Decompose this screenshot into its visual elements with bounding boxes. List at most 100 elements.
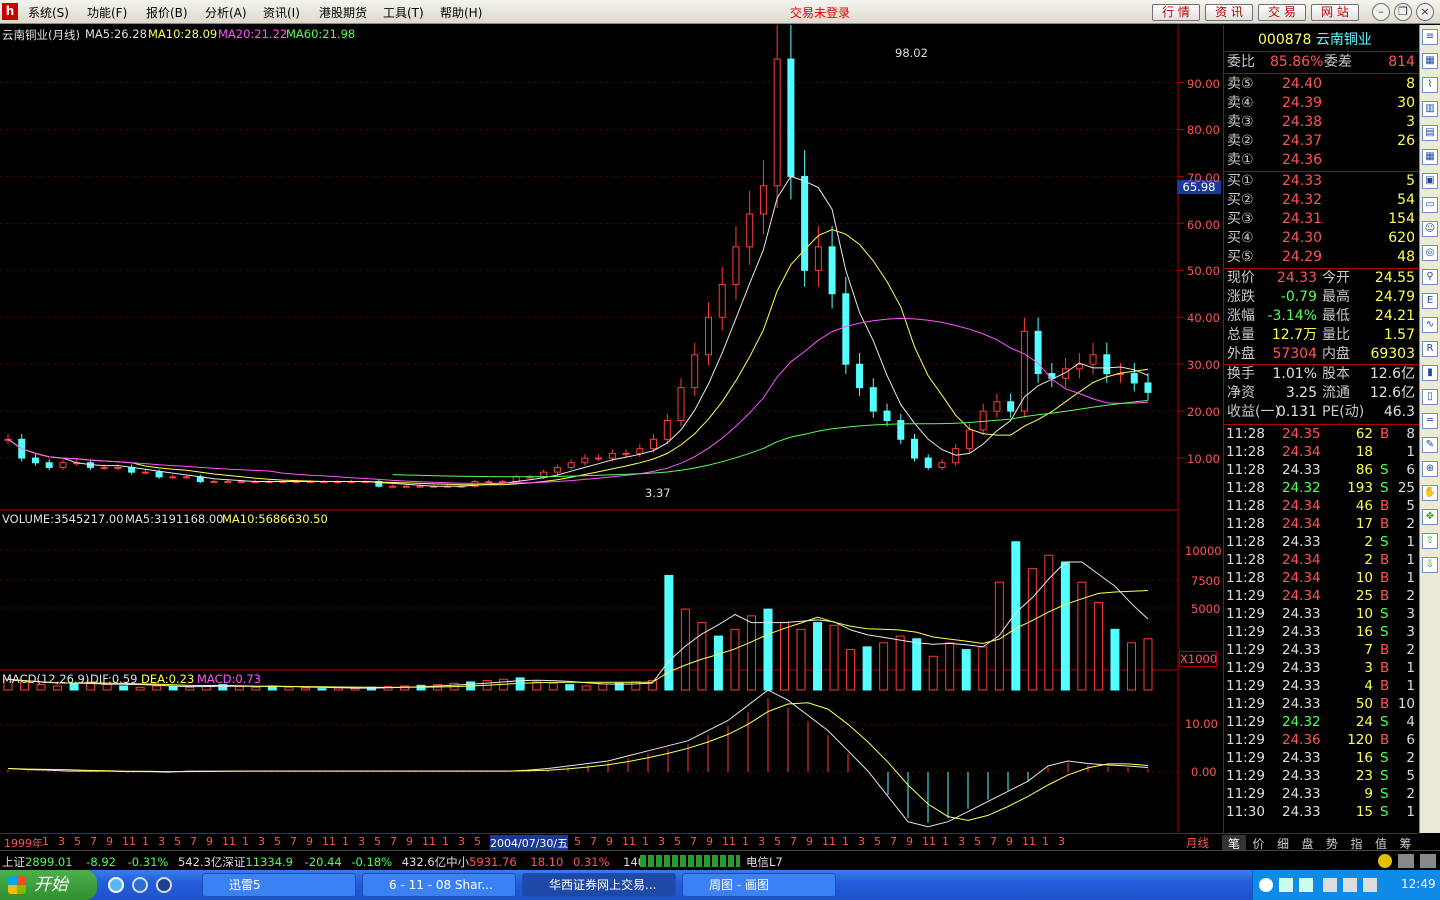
indicator-icon[interactable]: ∿ [1422,317,1438,333]
quote-button[interactable]: 行 情 [1152,4,1200,21]
tick-row[interactable]: 11:29 24.33 9 S 2 [1224,785,1419,803]
bid-row[interactable]: 买⑤ 24.29 48 [1224,248,1419,267]
ask-row[interactable]: 卖③ 24.38 3 [1224,113,1419,132]
volume-tray-icon[interactable] [1343,878,1357,892]
menu-help[interactable]: 帮助(H) [440,4,482,21]
tick-row[interactable]: 11:28 24.35 62 B 8 [1224,425,1419,443]
news-icon[interactable]: ▣ [1422,173,1438,189]
kline-icon[interactable]: ▥ [1422,101,1438,117]
bars-icon[interactable]: ▮ [1422,365,1438,381]
ask-row[interactable]: 卖⑤ 24.40 8 [1224,75,1419,94]
list-icon[interactable]: ≡ [1422,29,1438,45]
restore-icon[interactable]: ❐ [1394,3,1412,21]
status-icon[interactable] [1378,854,1392,868]
tick-row[interactable]: 11:28 24.33 2 S 1 [1224,533,1419,551]
dea-line [7,702,1149,821]
time-axis-label: 9 [106,835,113,848]
ask-row[interactable]: 卖① 24.36 [1224,151,1419,170]
settings-icon[interactable] [1420,854,1436,868]
ask-row[interactable]: 卖② 24.37 26 [1224,132,1419,151]
tick-row[interactable]: 11:29 24.33 4 B 1 [1224,677,1419,695]
ask-price: 24.37 [1282,133,1323,149]
tick-row[interactable]: 11:29 24.33 16 S 3 [1224,623,1419,641]
arrow-up-icon[interactable]: ⇧ [1422,533,1438,549]
start-button[interactable]: 开始 [0,870,97,900]
tray-icon[interactable] [1363,878,1377,892]
tick-row[interactable]: 11:29 24.33 23 S 5 [1224,767,1419,785]
minimize-icon[interactable]: – [1372,3,1390,21]
menu-tools[interactable]: 工具(T) [383,4,424,21]
tick-row[interactable]: 11:29 24.34 25 B 2 [1224,587,1419,605]
menu-function[interactable]: 功能(F) [87,4,127,21]
tick-row[interactable]: 11:28 24.34 18 1 [1224,443,1419,461]
ask-row[interactable]: 卖④ 24.39 30 [1224,94,1419,113]
ruler-icon[interactable]: ═ [1422,413,1438,429]
network-tray-icon[interactable] [1323,878,1337,892]
time-axis-label: 7 [190,835,197,848]
tray-expand-icon[interactable] [1259,878,1273,892]
time-axis-label: 11 [222,835,236,848]
tick-row[interactable]: 11:29 24.33 16 S 2 [1224,749,1419,767]
move-icon[interactable]: ✥ [1422,509,1438,525]
tick-count: 2 [1406,588,1415,604]
menu-quote[interactable]: 报价(B) [146,4,188,21]
bid-row[interactable]: 买① 24.33 5 [1224,172,1419,191]
grid-icon[interactable]: ▦ [1422,53,1438,69]
tick-row[interactable]: 11:28 24.34 17 B 2 [1224,515,1419,533]
globe-icon[interactable]: ◎ [1422,245,1438,261]
kline-chart-svg[interactable] [0,25,1222,833]
task-xunlei[interactable]: 迅雷5 [202,873,356,897]
website-button[interactable]: 网 站 [1311,4,1359,21]
bid-row[interactable]: 买③ 24.31 154 [1224,210,1419,229]
arrow-down-icon[interactable]: ⇩ [1422,557,1438,573]
page-icon[interactable]: ▯ [1422,389,1438,405]
etf-icon[interactable]: E [1422,293,1438,309]
menu-info[interactable]: 资讯(I) [263,4,300,21]
tick-row[interactable]: 11:29 24.36 120 B 6 [1224,731,1419,749]
bid-row[interactable]: 买④ 24.30 620 [1224,229,1419,248]
media-icon[interactable] [156,877,172,893]
task-paint[interactable]: 周图 - 画图 [682,873,836,897]
tick-row[interactable]: 11:30 24.33 15 S 1 [1224,803,1419,821]
task-trading[interactable]: 华西证券网上交易... [522,873,676,897]
tick-row[interactable]: 11:29 24.33 3 B 1 [1224,659,1419,677]
menu-system[interactable]: 系统(S) [28,4,69,21]
tick-row[interactable]: 11:29 24.33 50 B 10 [1224,695,1419,713]
tick-row[interactable]: 11:29 24.33 10 S 3 [1224,605,1419,623]
zoom-icon[interactable]: ⊕ [1422,461,1438,477]
menu-hk-futures[interactable]: 港股期货 [319,4,367,21]
tick-row[interactable]: 11:28 24.34 10 B 1 [1224,569,1419,587]
quicklaunch-icon[interactable] [132,877,148,893]
tick-row[interactable]: 11:28 24.34 2 B 1 [1224,551,1419,569]
volume-bar [879,642,889,691]
close-icon[interactable]: × [1416,3,1434,21]
tick-row[interactable]: 11:29 24.32 24 S 4 [1224,713,1419,731]
hand-icon[interactable]: ✋ [1422,485,1438,501]
folder-icon[interactable]: ▭ [1422,197,1438,213]
ie-icon[interactable] [108,877,124,893]
tick-volume: 9 [1364,786,1373,802]
info-button[interactable]: 资 讯 [1205,4,1253,21]
users-icon[interactable]: ☺ [1422,221,1438,237]
tick-row[interactable]: 11:29 24.33 7 B 2 [1224,641,1419,659]
table-icon[interactable]: ▦ [1422,149,1438,165]
tray-icon[interactable] [1299,878,1313,892]
search-icon[interactable]: ⚲ [1422,269,1438,285]
trade-button[interactable]: 交 易 [1258,4,1306,21]
tick-row[interactable]: 11:28 24.32 193 S 25 [1224,479,1419,497]
report-icon[interactable]: ▤ [1422,125,1438,141]
bid-label: 买⑤ [1227,249,1254,265]
sz-percent: -0.18% [351,855,393,869]
task-share[interactable]: 6 - 11 - 08 Shar... [362,873,516,897]
chart-area[interactable]: 云南铜业(月线) MA5:26.28 MA10:28.09 MA20:21.22… [0,25,1222,833]
sound-icon[interactable] [1398,854,1414,868]
tray-icon[interactable] [1279,878,1293,892]
line-chart-icon[interactable]: ⌇ [1422,77,1438,93]
menu-analysis[interactable]: 分析(A) [205,4,247,21]
wrench-icon[interactable]: ✎ [1422,437,1438,453]
tool-strip: ≡ ▦ ⌇ ▥ ▤ ▦ ▣ ▭ ☺ ◎ ⚲ E ∿ R ▮ ▯ ═ ✎ ⊕ ✋ … [1419,25,1440,833]
tick-row[interactable]: 11:28 24.33 86 S 6 [1224,461,1419,479]
rsi-icon[interactable]: R [1422,341,1438,357]
tick-row[interactable]: 11:28 24.34 46 B 5 [1224,497,1419,515]
bid-row[interactable]: 买② 24.32 54 [1224,191,1419,210]
